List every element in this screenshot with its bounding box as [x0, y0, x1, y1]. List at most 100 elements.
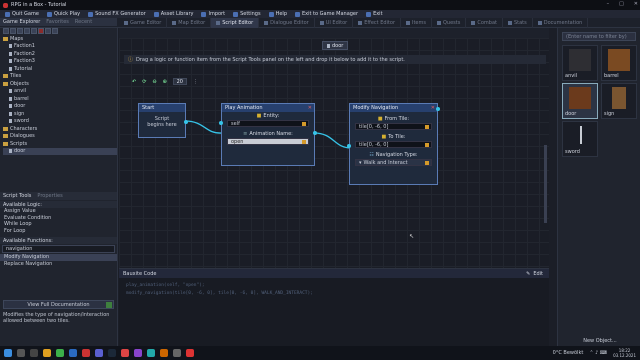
tab-ui-editor[interactable]: UI Editor	[315, 17, 354, 28]
app-icon[interactable]	[134, 349, 142, 357]
tree-item[interactable]: Faction2	[3, 50, 117, 58]
steam-icon[interactable]	[108, 349, 116, 357]
close-node-icon[interactable]: ✕	[431, 105, 435, 111]
app-icon[interactable]	[147, 349, 155, 357]
open-icon[interactable]	[10, 27, 16, 34]
app-icon[interactable]	[82, 349, 90, 357]
filter-input[interactable]: (Enter name to filter by)	[562, 32, 636, 41]
minimize-icon[interactable]: –	[607, 1, 610, 7]
settings-icon[interactable]	[45, 27, 51, 34]
object-tile[interactable]: sign	[601, 83, 637, 119]
search-icon[interactable]	[17, 349, 25, 357]
tree-item[interactable]: Characters	[3, 125, 117, 133]
edit-icon[interactable]: ✎	[526, 271, 530, 277]
menu-settings[interactable]: Settings	[230, 11, 264, 17]
lock-icon[interactable]	[425, 124, 429, 129]
lock-icon[interactable]	[425, 142, 429, 147]
input-port[interactable]	[347, 144, 351, 148]
explorer-icon[interactable]	[43, 349, 51, 357]
tree-item[interactable]: Tiles	[3, 73, 117, 81]
tree-item[interactable]: Faction3	[3, 58, 117, 66]
close-icon[interactable]: ✕	[634, 1, 638, 7]
clock[interactable]: 18:22 03.12.2021	[613, 348, 636, 358]
start-icon[interactable]	[4, 349, 12, 357]
object-tile[interactable]: sword	[562, 121, 598, 157]
tab-combat[interactable]: Combat	[466, 17, 503, 28]
new-object-button[interactable]: New Object...	[565, 338, 635, 346]
entity-field[interactable]: self	[227, 120, 309, 127]
tab-effect-editor[interactable]: Effect Editor	[353, 17, 401, 28]
tree-item[interactable]: barrel	[3, 95, 117, 103]
input-port[interactable]	[219, 121, 223, 125]
output-port[interactable]	[436, 107, 440, 111]
close-node-icon[interactable]: ✕	[308, 105, 312, 111]
folder-icon[interactable]	[31, 27, 37, 34]
spotify-icon[interactable]	[56, 349, 64, 357]
tab-script-tools[interactable]: Script Tools	[3, 193, 31, 199]
copy-icon[interactable]	[17, 27, 23, 34]
menu-exit[interactable]: Exit	[363, 11, 385, 17]
tree-item-selected[interactable]: door	[3, 147, 117, 155]
menu-import[interactable]: Import	[198, 11, 228, 17]
tree-item[interactable]: sword	[3, 118, 117, 126]
tree-item[interactable]: anvil	[3, 88, 117, 96]
tab-properties[interactable]: Properties	[37, 193, 62, 199]
tree-item[interactable]: Maps	[3, 35, 117, 43]
object-tile-selected[interactable]: door	[562, 83, 598, 119]
play-animation-node[interactable]: Play Animation ✕ ■ Entity: self ≡ Animation…	[219, 103, 317, 166]
maximize-icon[interactable]: □	[619, 1, 624, 7]
tab-documentation[interactable]: Documentation	[533, 17, 589, 28]
tree-item[interactable]: Scripts	[3, 140, 117, 148]
menu-exit-to-game-manager[interactable]: Exit to Game Manager	[292, 11, 361, 17]
lock-icon[interactable]	[425, 160, 429, 165]
app-icon[interactable]	[121, 349, 129, 357]
view-documentation-button[interactable]: View Full Documentation	[3, 300, 114, 309]
menu-quick-play[interactable]: Quick Play	[44, 11, 83, 17]
rpg-in-a-box-icon[interactable]	[186, 349, 194, 357]
lock-icon[interactable]	[302, 121, 306, 126]
output-port[interactable]	[313, 131, 317, 135]
lock-icon[interactable]	[302, 139, 306, 144]
tab-game-editor[interactable]: Game Editor	[119, 17, 168, 28]
paste-icon[interactable]	[24, 27, 30, 34]
app-icon[interactable]	[160, 349, 168, 357]
function-search-input[interactable]: navigation	[2, 245, 115, 253]
app-icon[interactable]	[69, 349, 77, 357]
menu-help[interactable]: Help	[266, 11, 290, 17]
tab-quests[interactable]: Quests	[432, 17, 467, 28]
tab-dialogue-editor[interactable]: Dialogue Editor	[259, 17, 315, 28]
tab-favorites[interactable]: Favorites	[46, 19, 69, 25]
new-icon[interactable]	[3, 27, 9, 34]
expand-icon[interactable]	[52, 27, 58, 34]
tab-script-editor[interactable]: Script Editor	[211, 17, 260, 28]
tree-item[interactable]: Objects	[3, 80, 117, 88]
menu-sound-fx[interactable]: Sound FX Generator	[85, 11, 149, 17]
to-tile-field[interactable]: tile[0, -6, 0]	[355, 141, 432, 148]
tree-item[interactable]: sign	[3, 110, 117, 118]
edit-button[interactable]: Edit	[533, 271, 543, 277]
animation-name-field[interactable]: open	[227, 138, 309, 145]
start-node[interactable]: Start Script begins here	[138, 103, 188, 138]
tab-items[interactable]: Items	[401, 17, 432, 28]
tab-map-editor[interactable]: Map Editor	[167, 17, 212, 28]
tree-item[interactable]: Faction1	[3, 43, 117, 51]
menu-quit-game[interactable]: Quit Game	[2, 11, 42, 17]
modify-navigation-node[interactable]: Modify Navigation ✕ ■ From Tile: tile[0, -…	[347, 103, 440, 185]
canvas-scrollbar[interactable]	[544, 145, 547, 223]
tab-stats[interactable]: Stats	[503, 17, 533, 28]
navigation-type-dropdown[interactable]: ▾ Walk and Interact	[355, 159, 432, 166]
weather-status[interactable]: 0°C Bewölkt	[553, 350, 584, 356]
object-tile[interactable]: barrel	[601, 45, 637, 81]
tray-icons[interactable]: ⌃ ♪ ⌨	[589, 350, 607, 356]
logic-item[interactable]: For Loop	[0, 228, 117, 235]
delete-icon[interactable]	[38, 27, 44, 34]
function-item[interactable]: Replace Navigation	[0, 261, 117, 268]
tree-item[interactable]: door	[3, 103, 117, 111]
app-icon[interactable]	[173, 349, 181, 357]
taskview-icon[interactable]	[30, 349, 38, 357]
tab-game-explorer[interactable]: Game Explorer	[3, 19, 40, 25]
discord-icon[interactable]	[95, 349, 103, 357]
tree-item[interactable]: Tutorial	[3, 65, 117, 73]
from-tile-field[interactable]: tile[0, -6, 0]	[355, 123, 432, 130]
tree-item[interactable]: Dialogues	[3, 133, 117, 141]
